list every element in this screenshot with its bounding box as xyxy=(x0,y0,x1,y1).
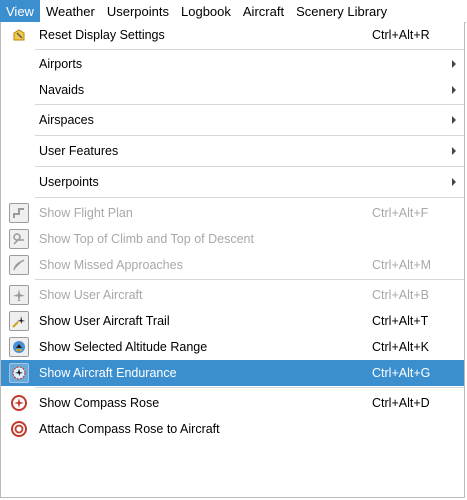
menu-item-show-selected-altitude-range[interactable]: Show Selected Altitude Range Ctrl+Alt+K xyxy=(1,334,464,360)
submenu-arrow-icon xyxy=(452,147,456,155)
menu-item-label: Show Top of Climb and Top of Descent xyxy=(39,232,254,246)
menu-item-show-user-aircraft-trail[interactable]: Show User Aircraft Trail Ctrl+Alt+T xyxy=(1,308,464,334)
menu-item-shortcut: Ctrl+Alt+B xyxy=(372,288,429,302)
aircraft-trail-icon xyxy=(9,311,29,331)
submenu-arrow-icon xyxy=(452,116,456,124)
menu-weather-label: Weather xyxy=(45,3,95,19)
menu-item-reset-display-settings[interactable]: Reset Display Settings Ctrl+Alt+R xyxy=(1,22,464,48)
user-aircraft-icon xyxy=(9,285,29,305)
menu-item-label: User Features xyxy=(39,144,119,158)
menu-userpoints[interactable]: Userpoints xyxy=(101,0,175,22)
menu-item-navaids[interactable]: Navaids xyxy=(1,77,464,103)
menu-logbook[interactable]: Logbook xyxy=(175,0,237,22)
menu-separator xyxy=(35,387,464,388)
menu-item-label: Show User Aircraft xyxy=(39,288,143,302)
menu-bar: View Weather Userpoints Logbook Aircraft… xyxy=(0,0,467,23)
menu-aircraft-label: Aircraft xyxy=(242,3,285,19)
menu-view-label: View xyxy=(6,3,34,19)
menu-separator xyxy=(35,197,464,198)
menu-item-user-features[interactable]: User Features xyxy=(1,138,464,164)
attach-compass-icon xyxy=(9,419,29,439)
menu-item-label: Reset Display Settings xyxy=(39,28,165,42)
submenu-arrow-icon xyxy=(452,178,456,186)
aircraft-endurance-icon xyxy=(9,363,29,383)
menu-item-attach-compass-rose[interactable]: Attach Compass Rose to Aircraft xyxy=(1,416,464,442)
altitude-range-icon xyxy=(9,337,29,357)
menu-item-label: Show User Aircraft Trail xyxy=(39,314,170,328)
menu-item-label: Navaids xyxy=(39,83,85,97)
menu-scenery-library[interactable]: Scenery Library xyxy=(290,0,393,22)
menu-separator xyxy=(35,166,464,167)
submenu-arrow-icon xyxy=(452,86,456,94)
menu-separator xyxy=(35,104,464,105)
menu-item-show-aircraft-endurance[interactable]: Show Aircraft Endurance Ctrl+Alt+G xyxy=(1,360,464,386)
menu-item-shortcut: Ctrl+Alt+R xyxy=(372,28,430,42)
menu-item-airports[interactable]: Airports xyxy=(1,51,464,77)
submenu-arrow-icon xyxy=(452,60,456,68)
compass-rose-icon xyxy=(9,393,29,413)
menu-separator xyxy=(35,135,464,136)
menu-item-shortcut: Ctrl+Alt+M xyxy=(372,258,432,272)
top-of-climb-icon xyxy=(9,229,29,249)
menu-separator xyxy=(35,279,464,280)
menu-aircraft[interactable]: Aircraft xyxy=(237,0,290,22)
menu-item-shortcut: Ctrl+Alt+G xyxy=(372,366,431,380)
menu-item-shortcut: Ctrl+Alt+D xyxy=(372,396,430,410)
menu-item-shortcut: Ctrl+Alt+F xyxy=(372,206,429,220)
flight-plan-icon xyxy=(9,203,29,223)
menu-item-label: Attach Compass Rose to Aircraft xyxy=(39,422,220,436)
menu-item-label: Show Selected Altitude Range xyxy=(39,340,208,354)
menu-item-label: Userpoints xyxy=(39,175,99,189)
menu-item-label: Show Missed Approaches xyxy=(39,258,183,272)
menu-view[interactable]: View xyxy=(0,0,40,22)
menu-item-show-flight-plan[interactable]: Show Flight Plan Ctrl+Alt+F xyxy=(1,200,464,226)
menu-item-show-toc-tod[interactable]: Show Top of Climb and Top of Descent xyxy=(1,226,464,252)
menu-item-show-user-aircraft[interactable]: Show User Aircraft Ctrl+Alt+B xyxy=(1,282,464,308)
menu-item-airspaces[interactable]: Airspaces xyxy=(1,107,464,133)
menu-logbook-label: Logbook xyxy=(181,3,231,19)
menu-item-label: Show Aircraft Endurance xyxy=(39,366,177,380)
menu-item-label: Airports xyxy=(39,57,83,71)
menu-item-label: Airspaces xyxy=(39,113,94,127)
menu-separator xyxy=(35,49,464,50)
menu-item-shortcut: Ctrl+Alt+K xyxy=(372,340,429,354)
menu-weather[interactable]: Weather xyxy=(40,0,101,22)
menu-item-show-compass-rose[interactable]: Show Compass Rose Ctrl+Alt+D xyxy=(1,390,464,416)
menu-item-label: Show Flight Plan xyxy=(39,206,133,220)
menu-item-label: Show Compass Rose xyxy=(39,396,160,410)
reset-icon xyxy=(9,25,29,45)
menu-scenery-library-label: Scenery Library xyxy=(296,3,388,19)
menu-userpoints-label: Userpoints xyxy=(106,3,169,19)
view-menu-dropdown: Reset Display Settings Ctrl+Alt+R Airpor… xyxy=(0,22,465,498)
menu-item-shortcut: Ctrl+Alt+T xyxy=(372,314,429,328)
menu-item-show-missed-approaches[interactable]: Show Missed Approaches Ctrl+Alt+M xyxy=(1,252,464,278)
missed-approach-icon xyxy=(9,255,29,275)
menu-item-userpoints[interactable]: Userpoints xyxy=(1,169,464,195)
